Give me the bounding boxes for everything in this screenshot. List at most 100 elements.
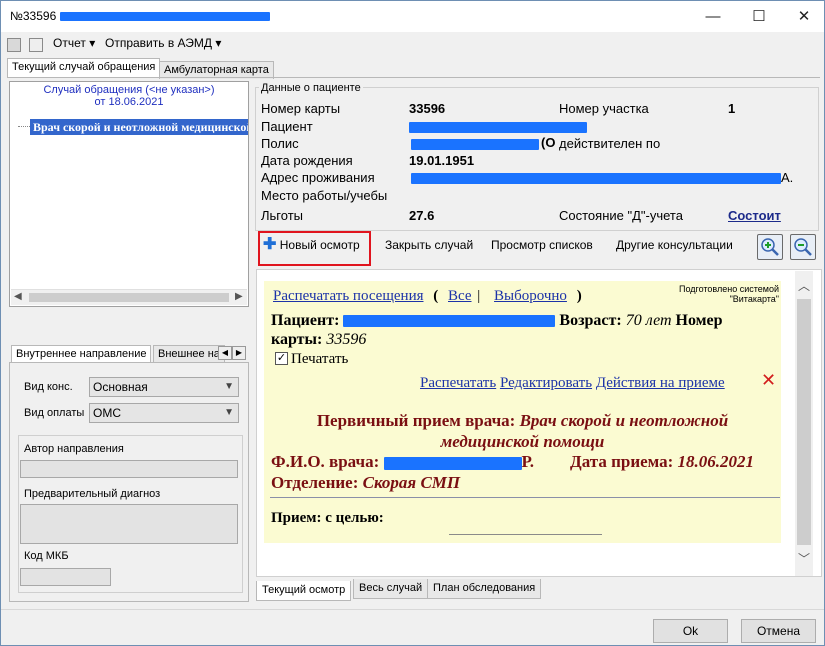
author-field[interactable] bbox=[20, 460, 238, 478]
exam-specialty-2: медицинской помощи bbox=[440, 432, 605, 451]
work-label: Место работы/учебы bbox=[261, 188, 388, 203]
exam-specialty-1: Врач скорой и неотложной bbox=[519, 411, 729, 430]
dept-row: Отделение: Скорая СМП bbox=[271, 473, 460, 493]
prelim-diag-field[interactable] bbox=[20, 504, 238, 544]
zoom-out-icon bbox=[794, 238, 812, 256]
scroll-thumb-vertical[interactable] bbox=[797, 299, 811, 545]
tab-divider bbox=[7, 77, 820, 78]
tab-internal-referral[interactable]: Внутреннее направление bbox=[11, 345, 152, 363]
ok-button[interactable]: Ok bbox=[653, 619, 728, 643]
consult-type-label: Вид конс. bbox=[24, 381, 73, 393]
d-status-link[interactable]: Состоит bbox=[728, 208, 781, 223]
exam-title-label: Первичный прием врача: bbox=[316, 411, 516, 430]
send-aemd-menu[interactable]: Отправить в АЭМД ▾ bbox=[105, 36, 221, 50]
dob-label: Дата рождения bbox=[261, 153, 353, 168]
window-title-text: №33596 bbox=[10, 9, 57, 23]
separator: | bbox=[477, 288, 481, 304]
other-consults-button[interactable]: Другие консультации bbox=[616, 238, 733, 252]
print-visits-link[interactable]: Распечатать посещения bbox=[273, 288, 424, 304]
address-tail: А. bbox=[781, 170, 794, 185]
address-label: Адрес проживания bbox=[261, 170, 375, 185]
scroll-down-icon[interactable]: ﹀ bbox=[798, 550, 810, 567]
redacted-patient-name bbox=[409, 122, 587, 133]
view-lists-button[interactable]: Просмотр списков bbox=[491, 238, 593, 252]
print-link[interactable]: Распечатать bbox=[420, 375, 496, 391]
tree-connector bbox=[18, 126, 30, 127]
doc-patient-label: Пациент: bbox=[271, 312, 340, 329]
date-value: 18.06.2021 bbox=[677, 452, 755, 471]
minimize-button[interactable]: — bbox=[690, 1, 736, 32]
close-case-button[interactable]: Закрыть случай bbox=[385, 238, 473, 252]
tree-node-doctor[interactable]: Врач скорой и неотложной медицинской пом… bbox=[30, 119, 248, 135]
doc-vscrollbar[interactable]: ︿ ﹀ bbox=[795, 271, 813, 576]
policy-valid-label: действителен по bbox=[559, 136, 661, 151]
tab-current-exam[interactable]: Текущий осмотр bbox=[256, 581, 352, 601]
doc-actions-row: Распечатать Редактировать Действия на пр… bbox=[420, 375, 725, 392]
zoom-in-icon bbox=[761, 238, 779, 256]
date-row: Дата приема: 18.06.2021 bbox=[570, 452, 754, 472]
all-link[interactable]: Все bbox=[448, 288, 472, 304]
doctor-tail: Р. bbox=[521, 452, 535, 471]
tab-exam-plan[interactable]: План обследования bbox=[427, 579, 542, 599]
paren-open: ( bbox=[433, 288, 439, 304]
tab-external-referral[interactable]: Внешнее на bbox=[153, 345, 225, 363]
benefits-value: 27.6 bbox=[409, 208, 435, 223]
goal-label: Прием: с целью: bbox=[271, 510, 384, 526]
tab-whole-case[interactable]: Весь случай bbox=[353, 579, 429, 599]
tree-hscrollbar[interactable]: ◀ ▶ bbox=[11, 289, 247, 305]
refresh-icon[interactable] bbox=[29, 38, 43, 52]
print-checkbox-label: Печатать bbox=[291, 351, 349, 367]
doctor-label: Ф.И.О. врача: bbox=[271, 452, 380, 471]
tab-scroll-right-icon[interactable]: ▶ bbox=[232, 346, 246, 360]
zoom-in-button[interactable] bbox=[757, 234, 783, 260]
tree-header-line2: от 18.06.2021 bbox=[94, 96, 164, 108]
card-number-label: Номер карты bbox=[261, 101, 341, 116]
mkb-field[interactable] bbox=[20, 568, 111, 586]
scroll-thumb[interactable] bbox=[29, 293, 229, 302]
scroll-left-icon[interactable]: ◀ bbox=[14, 291, 22, 302]
tree-header-line1: Случай обращения (<не указан>) bbox=[43, 84, 215, 96]
policy-label: Полис bbox=[261, 136, 299, 151]
case-tree[interactable]: Случай обращения (<не указан>) от 18.06.… bbox=[9, 81, 249, 307]
cancel-button[interactable]: Отмена bbox=[741, 619, 816, 643]
benefits-label: Льготы bbox=[261, 208, 304, 223]
patient-label: Пациент bbox=[261, 119, 313, 134]
redacted-address bbox=[411, 173, 781, 184]
date-label: Дата приема: bbox=[570, 452, 674, 471]
tab-scroll-left-icon[interactable]: ◀ bbox=[218, 346, 232, 360]
redacted-doctor bbox=[383, 456, 522, 470]
zoom-out-button[interactable] bbox=[790, 234, 816, 260]
maximize-button[interactable]: ☐ bbox=[736, 1, 782, 32]
print-visits-row: Распечатать посещения ( Все | Выборочно … bbox=[273, 288, 582, 305]
print-checkbox[interactable]: ✓ bbox=[275, 352, 288, 365]
prepared-line2: "Витакарта" bbox=[729, 294, 779, 304]
selective-link[interactable]: Выборочно bbox=[494, 288, 567, 304]
scroll-up-icon[interactable]: ︿ bbox=[798, 277, 810, 294]
delete-icon[interactable]: ✕ bbox=[761, 370, 776, 391]
author-label: Автор направления bbox=[24, 443, 124, 455]
save-icon[interactable] bbox=[7, 38, 21, 52]
mkb-label: Код МКБ bbox=[24, 550, 69, 562]
dept-label: Отделение: bbox=[271, 473, 359, 492]
dept-value: Скорая СМП bbox=[362, 473, 461, 492]
actions-link[interactable]: Действия на приеме bbox=[596, 375, 725, 391]
redacted-title bbox=[59, 12, 270, 22]
paren-close: ) bbox=[576, 288, 582, 304]
doc-card-label-2: карты: bbox=[271, 331, 323, 348]
doc-patient-row: Пациент: Возраст: 70 лет Номер bbox=[271, 312, 723, 330]
report-menu[interactable]: Отчет ▾ bbox=[53, 36, 95, 50]
doc-divider bbox=[270, 497, 780, 498]
tree-header: Случай обращения (<не указан>) от 18.06.… bbox=[10, 84, 248, 108]
doctor-row: Ф.И.О. врача: Р. bbox=[271, 452, 534, 472]
tab-current-case[interactable]: Текущий случай обращения bbox=[7, 58, 161, 78]
consult-type-select[interactable]: Основная ▼ bbox=[89, 377, 239, 397]
main-window: №33596 — ☐ ✕ Отчет ▾ Отправить в АЭМД ▾ … bbox=[0, 0, 825, 646]
window-title: №33596 bbox=[10, 9, 270, 23]
scroll-right-icon[interactable]: ▶ bbox=[235, 291, 243, 302]
chevron-down-icon: ▼ bbox=[224, 407, 234, 418]
close-button[interactable]: ✕ bbox=[781, 1, 825, 32]
district-label: Номер участка bbox=[559, 101, 649, 116]
payment-type-select[interactable]: ОМС ▼ bbox=[89, 403, 239, 423]
doc-card-value: 33596 bbox=[326, 331, 367, 348]
edit-link[interactable]: Редактировать bbox=[500, 375, 592, 391]
